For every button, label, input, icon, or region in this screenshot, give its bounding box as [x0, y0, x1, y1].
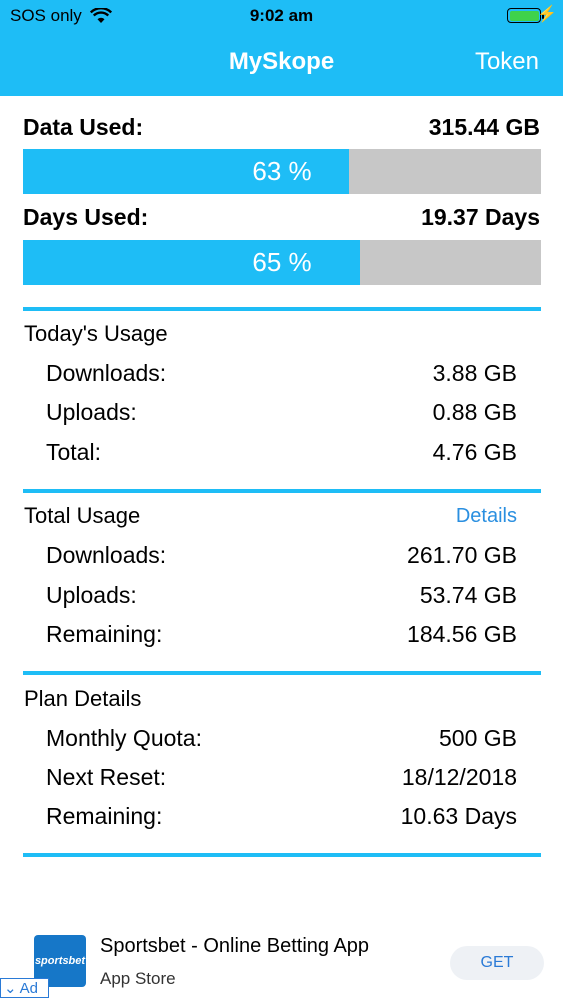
monthly-quota-label: Monthly Quota: — [46, 725, 202, 751]
todays-uploads-label: Uploads: — [46, 399, 137, 425]
data-used-progress-bar: 63 % — [23, 149, 541, 194]
next-reset-label: Next Reset: — [46, 764, 167, 790]
days-used-progress-bar: 65 % — [23, 240, 541, 285]
days-used-label: Days Used: — [23, 204, 149, 230]
total-uploads-label: Uploads: — [46, 582, 137, 608]
logo-wordmark: sportsbet — [34, 955, 86, 967]
plan-details-title: Plan Details — [24, 686, 142, 711]
ad-subtitle: App Store — [100, 969, 176, 988]
monthly-quota-value: 500 GB — [439, 725, 517, 751]
total-downloads-value: 261.70 GB — [407, 542, 517, 568]
next-reset-value: 18/12/2018 — [401, 764, 517, 790]
section-divider — [23, 853, 541, 857]
chevron-down-icon: ⌄ — [4, 980, 17, 997]
data-used-value: 315.44 GB — [428, 114, 540, 140]
section-divider — [23, 307, 541, 311]
plan-remaining-label: Remaining: — [46, 803, 163, 829]
total-downloads-label: Downloads: — [46, 542, 167, 568]
total-remaining-label: Remaining: — [46, 621, 163, 647]
total-uploads-value: 53.74 GB — [419, 582, 517, 608]
status-time: 9:02 am — [249, 6, 314, 25]
total-usage-title: Total Usage — [24, 503, 141, 528]
battery-icon — [507, 8, 541, 23]
ad-title[interactable]: Sportsbet - Online Betting App — [100, 935, 369, 958]
app-header: SOS only 9:02 am ⚡ MySkope Token — [0, 0, 563, 96]
plan-remaining-value: 10.63 Days — [400, 803, 517, 829]
ad-badge-label: Ad — [19, 979, 38, 997]
get-button[interactable]: GET — [450, 946, 544, 980]
days-used-percent: 65 % — [252, 247, 312, 277]
charging-bolt-icon: ⚡ — [537, 6, 557, 23]
days-used-value: 19.37 Days — [421, 204, 540, 230]
section-divider — [23, 489, 541, 493]
todays-total-label: Total: — [46, 439, 101, 465]
data-used-percent: 63 % — [252, 156, 312, 186]
details-link[interactable]: Details — [456, 505, 517, 528]
todays-usage-title: Today's Usage — [24, 321, 168, 346]
section-divider — [23, 671, 541, 675]
token-button[interactable]: Token — [475, 48, 539, 76]
data-used-label: Data Used: — [23, 114, 144, 140]
ad-badge[interactable]: ⌄ Ad — [0, 978, 49, 998]
total-remaining-value: 184.56 GB — [407, 621, 517, 647]
todays-total-value: 4.76 GB — [432, 439, 517, 465]
todays-downloads-label: Downloads: — [46, 360, 167, 386]
todays-downloads-value: 3.88 GB — [432, 360, 517, 386]
todays-uploads-value: 0.88 GB — [432, 399, 517, 425]
